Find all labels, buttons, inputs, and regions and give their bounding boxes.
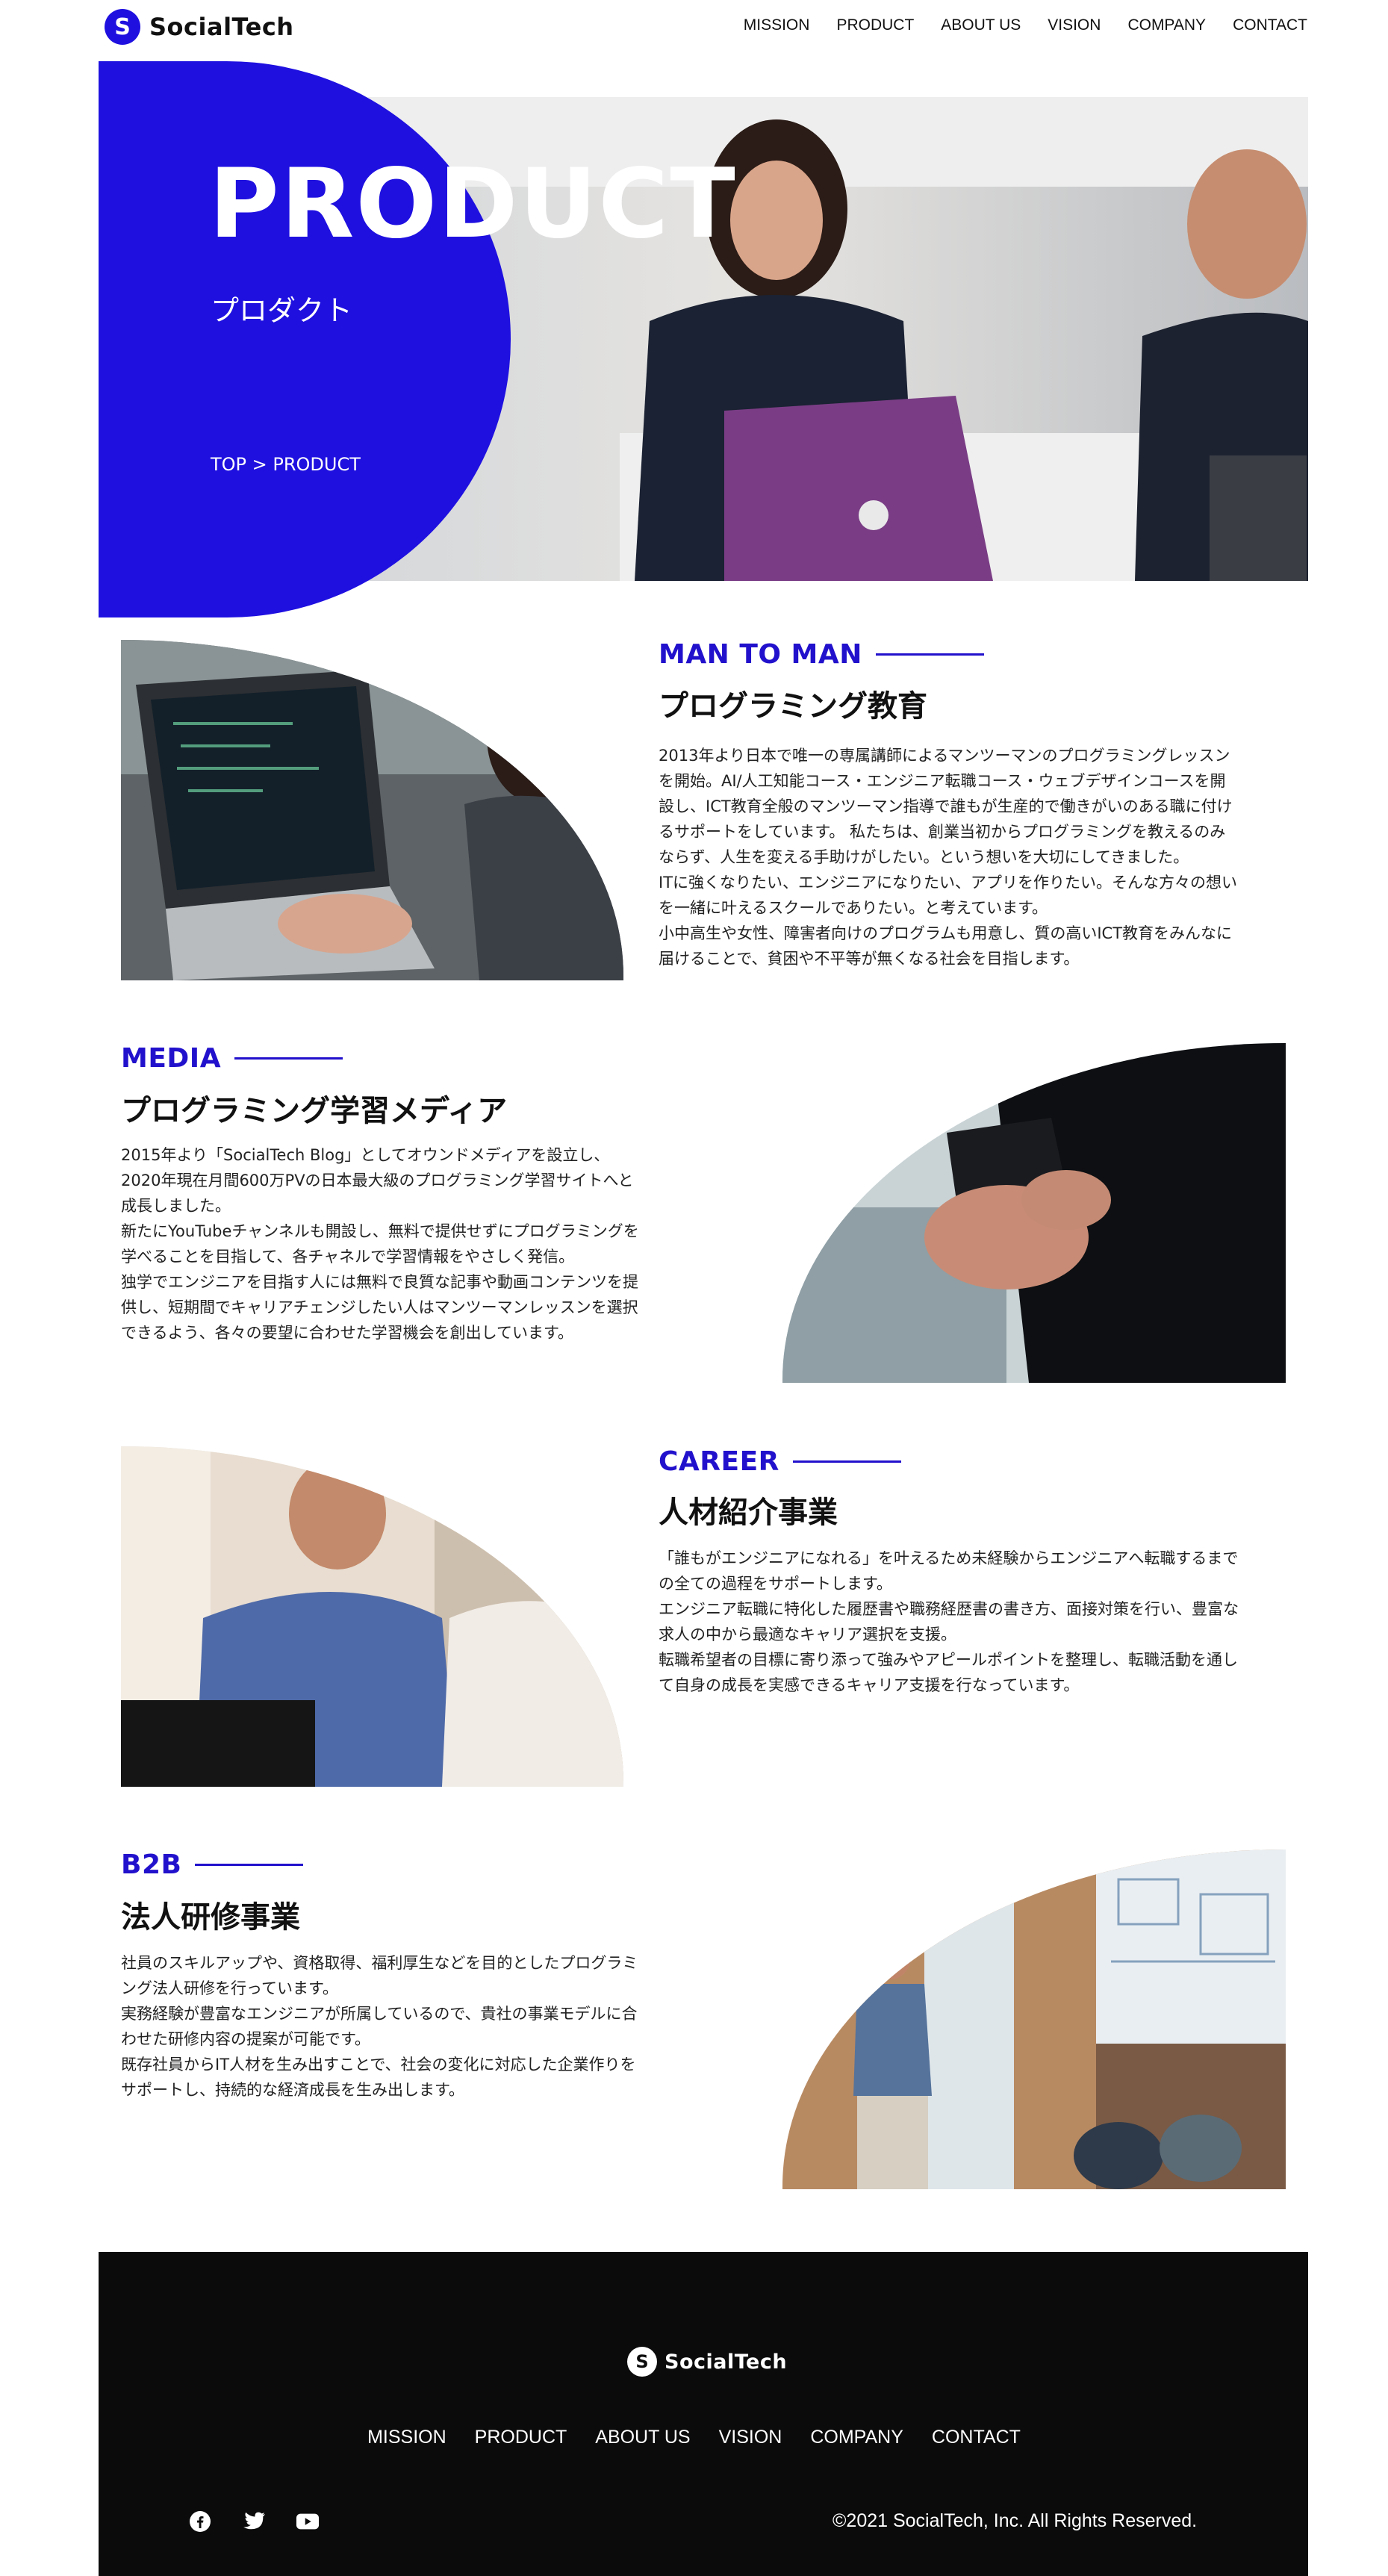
copyright-text: ©2021 SocialTech, Inc. All Rights Reserv… xyxy=(833,2510,1198,2531)
section-photo-phone xyxy=(782,1043,1286,1383)
section-eyebrow: B2B xyxy=(121,1849,304,1880)
nav-company[interactable]: COMPANY xyxy=(1127,16,1206,34)
nav-mission[interactable]: MISSION xyxy=(744,16,810,34)
eyebrow-line xyxy=(792,1460,901,1463)
section-heading: プログラミング教育 xyxy=(659,689,927,724)
youtube-icon[interactable] xyxy=(296,2510,320,2533)
logo-icon: S xyxy=(105,9,140,45)
section-body: 2015年より「SocialTech Blog」としてオウンドメディアを設立し、… xyxy=(121,1146,639,1342)
nav-about-us[interactable]: ABOUT US xyxy=(941,16,1021,34)
section-body: 「誰もがエンジニアになれる」を叶えるため未経験からエンジニアへ転職するまで の全… xyxy=(659,1549,1239,1694)
social-links xyxy=(188,2510,320,2533)
footer-nav-about-us[interactable]: ABOUT US xyxy=(595,2427,690,2448)
page-title: PRODUCT xyxy=(209,149,737,260)
footer-nav-mission[interactable]: MISSION xyxy=(367,2427,446,2448)
eyebrow-label: CAREER xyxy=(659,1446,779,1477)
section-heading: 人材紹介事業 xyxy=(659,1496,838,1530)
section-eyebrow: CAREER xyxy=(659,1446,901,1477)
logo-text: SocialTech xyxy=(149,13,294,41)
footer-nav-company[interactable]: COMPANY xyxy=(810,2427,903,2448)
main-nav: MISSION PRODUCT ABOUT US VISION COMPANY … xyxy=(744,16,1307,34)
section-eyebrow: MAN TO MAN xyxy=(659,639,984,670)
section-heading: プログラミング学習メディア xyxy=(121,1094,508,1128)
page-subtitle: プロダクト xyxy=(211,294,353,327)
eyebrow-line xyxy=(195,1864,304,1866)
breadcrumb[interactable]: TOP > PRODUCT xyxy=(211,454,361,475)
nav-product[interactable]: PRODUCT xyxy=(836,16,914,34)
section-photo-career xyxy=(121,1446,623,1787)
header-logo[interactable]: S SocialTech xyxy=(105,7,294,46)
eyebrow-line xyxy=(875,653,984,656)
footer-logo[interactable]: S SocialTech xyxy=(627,2347,787,2377)
section-photo-laptop xyxy=(121,640,623,980)
footer-logo-text: SocialTech xyxy=(665,2350,788,2374)
eyebrow-label: B2B xyxy=(121,1849,182,1880)
nav-vision[interactable]: VISION xyxy=(1048,16,1101,34)
eyebrow-label: MEDIA xyxy=(121,1043,222,1074)
facebook-icon[interactable] xyxy=(188,2510,212,2533)
logo-icon: S xyxy=(627,2347,657,2377)
section-photo-training xyxy=(782,1849,1286,2189)
section-eyebrow: MEDIA xyxy=(121,1043,343,1074)
nav-contact[interactable]: CONTACT xyxy=(1233,16,1307,34)
footer-nav-contact[interactable]: CONTACT xyxy=(932,2427,1021,2448)
eyebrow-line xyxy=(234,1057,343,1060)
footer-nav-product[interactable]: PRODUCT xyxy=(475,2427,567,2448)
section-body: 社員のスキルアップや、資格取得、福利厚生などを目的としたプログラミ ング法人研修… xyxy=(121,1954,638,2099)
footer-nav-vision[interactable]: VISION xyxy=(719,2427,782,2448)
section-body: 2013年より日本で唯一の専属講師によるマンツーマンのプログラミングレッスン を… xyxy=(659,747,1238,968)
twitter-icon[interactable] xyxy=(242,2510,266,2533)
eyebrow-label: MAN TO MAN xyxy=(659,639,862,670)
section-heading: 法人研修事業 xyxy=(121,1900,300,1935)
footer-nav: MISSION PRODUCT ABOUT US VISION COMPANY … xyxy=(0,2427,1388,2448)
